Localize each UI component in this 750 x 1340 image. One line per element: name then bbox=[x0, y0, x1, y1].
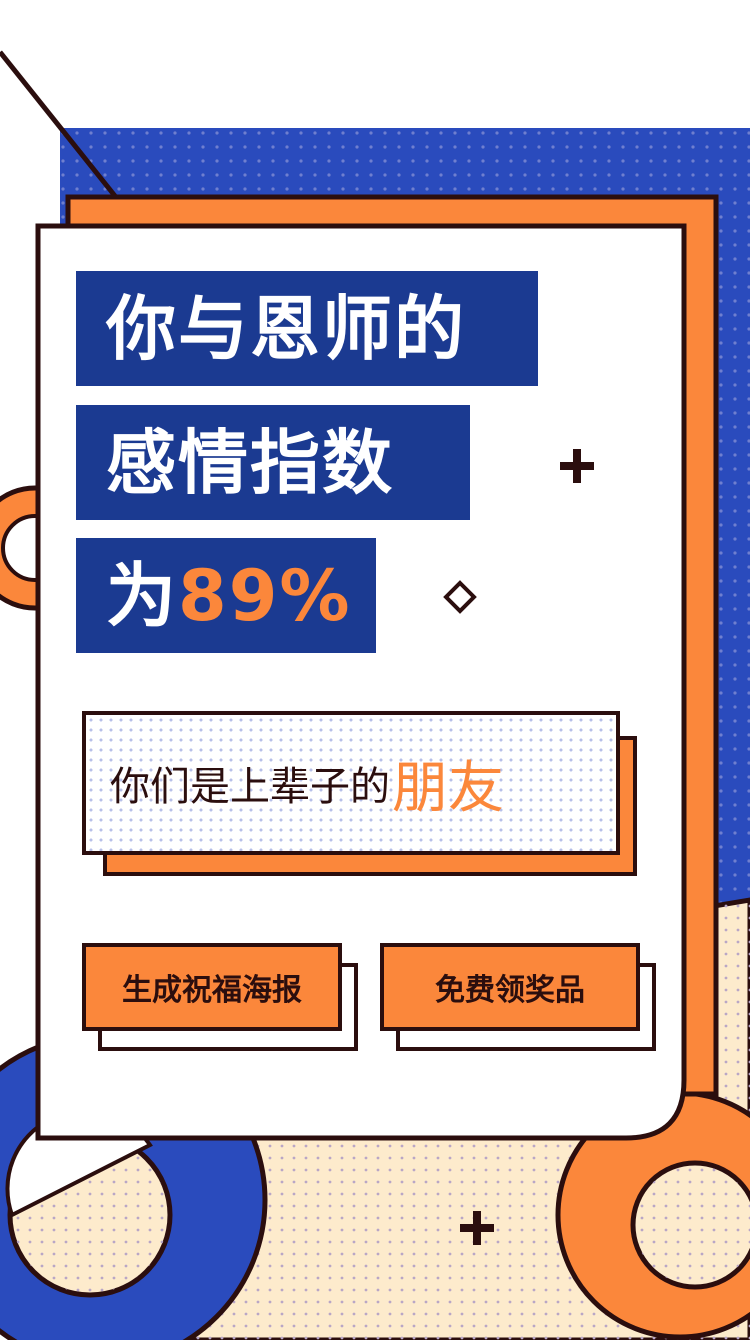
headline-line-2: 感情指数 bbox=[76, 405, 470, 520]
poster-canvas: 你与恩师的 感情指数 为 89% 你们是上辈子的 朋友 生成祝福海报 免费领奖品 bbox=[0, 0, 750, 1340]
generate-poster-button-label: 生成祝福海报 bbox=[122, 973, 302, 1008]
headline-line-1: 你与恩师的 bbox=[76, 271, 538, 386]
headline-line-3-prefix: 为 bbox=[106, 554, 178, 637]
orange-ring-inner-dots bbox=[635, 1165, 750, 1285]
headline-line-3: 为 89% bbox=[76, 538, 376, 653]
claim-prize-button[interactable]: 免费领奖品 bbox=[380, 943, 640, 1031]
relation-highlight: 朋友 bbox=[392, 755, 504, 821]
relation-card: 你们是上辈子的 朋友 bbox=[82, 711, 620, 855]
claim-prize-button-label: 免费领奖品 bbox=[435, 973, 585, 1008]
headline-line-2-text: 感情指数 bbox=[106, 421, 394, 504]
background-graphics bbox=[0, 50, 750, 1340]
generate-poster-button[interactable]: 生成祝福海报 bbox=[82, 943, 342, 1031]
headline-line-1-text: 你与恩师的 bbox=[106, 287, 466, 370]
relation-text: 你们是上辈子的 bbox=[110, 764, 390, 810]
diagonal-line bbox=[0, 50, 117, 198]
affection-score: 89% bbox=[178, 554, 352, 637]
